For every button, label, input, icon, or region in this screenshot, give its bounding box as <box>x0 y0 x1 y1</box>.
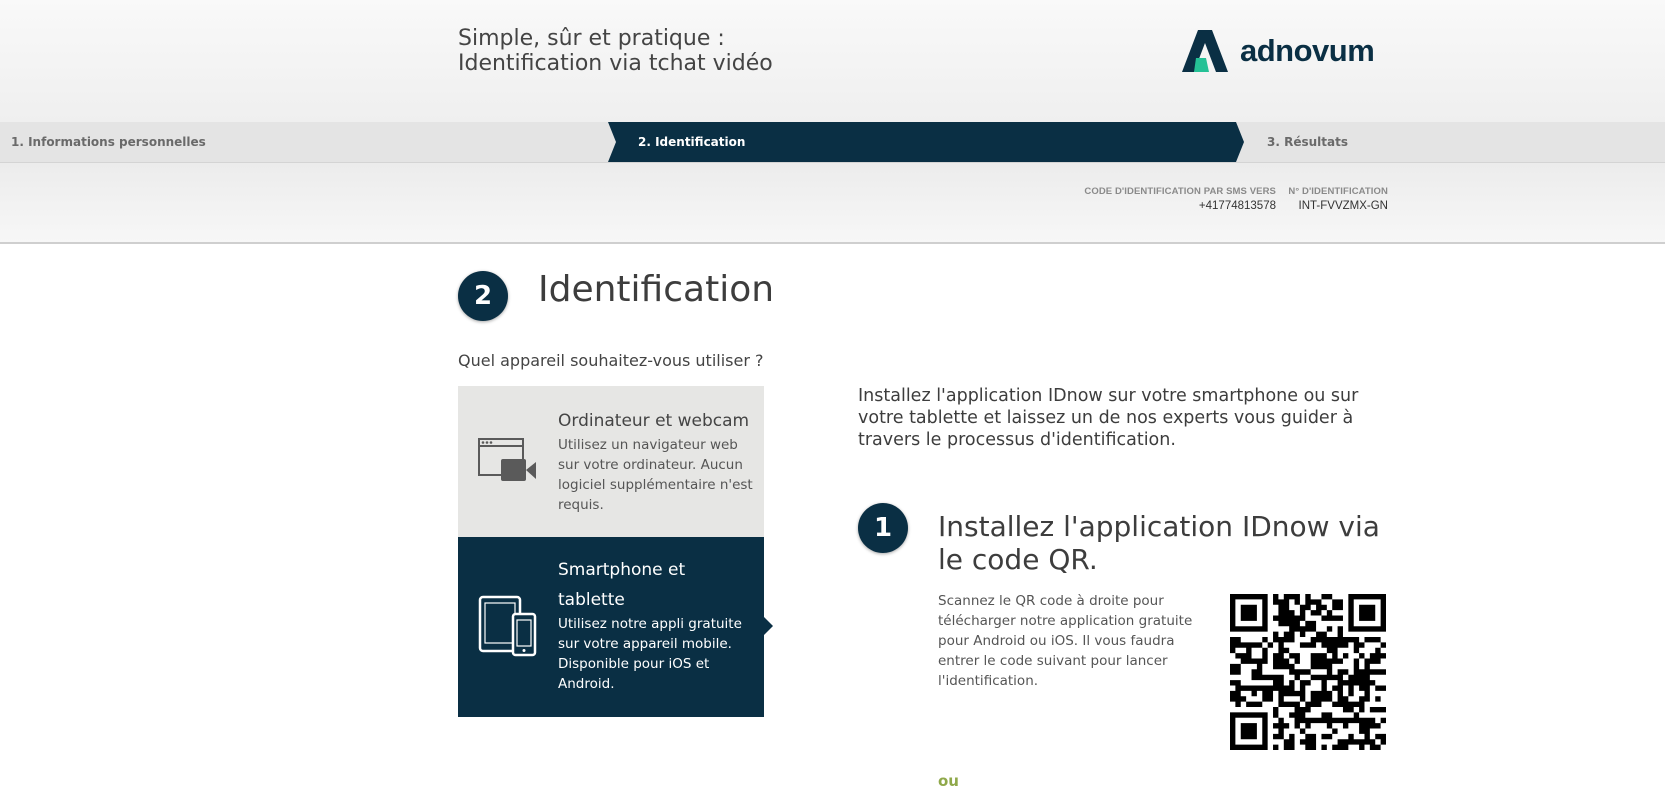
sms-code-info: Code d'identification par SMS vers +4177… <box>1084 186 1276 212</box>
brand-logo: adnovum <box>1182 30 1375 72</box>
header-title-line1: Simple, sûr et pratique : <box>458 26 725 51</box>
identification-number-value: INT-FVVZMX-GN <box>1298 200 1388 212</box>
device-mobile-description: Utilisez notre appli gratuite sur votre … <box>558 616 742 692</box>
step-identification-label: 2. Identification <box>638 135 746 149</box>
device-question: Quel appareil souhaitez-vous utiliser ? <box>458 351 764 370</box>
install-step-description: Scannez le QR code à droite pour télécha… <box>938 593 1193 689</box>
qr-code-icon <box>1230 594 1386 750</box>
sms-code-label: Code d'identification par SMS vers <box>1084 186 1276 197</box>
computer-webcam-icon <box>478 438 536 481</box>
identification-info-band: Code d'identification par SMS vers +4177… <box>0 163 1665 244</box>
header-title-line2: Identification via tchat vidéo <box>458 51 773 76</box>
adnovum-logo-icon <box>1182 30 1228 72</box>
or-separator: ou <box>938 772 959 790</box>
device-option-webcam[interactable]: Ordinateur et webcam Utilisez un navigat… <box>458 386 764 537</box>
page-header: Simple, sûr et pratique : Identification… <box>0 0 1665 122</box>
step-personal-info: 1. Informations personnelles <box>11 135 206 149</box>
device-webcam-description: Utilisez un navigateur web sur votre ord… <box>558 437 753 513</box>
sms-code-phone: +41774813578 <box>1198 200 1276 212</box>
identification-number-label: N° d'identification <box>1288 186 1388 197</box>
install-step-title: Installez l'application IDnow via le cod… <box>938 510 1380 576</box>
header-title: Simple, sûr et pratique : Identification… <box>458 26 773 76</box>
app-install-intro: Installez l'application IDnow sur votre … <box>858 386 1359 450</box>
brand-name: adnovum <box>1240 33 1375 68</box>
identification-number-info: N° d'identification INT-FVVZMX-GN <box>1288 186 1388 212</box>
step-number-badge: 1 <box>858 503 908 553</box>
progress-steps: 1. Informations personnelles 2. Identifi… <box>0 122 1665 163</box>
step-results: 3. Résultats <box>1267 135 1348 149</box>
device-mobile-title: Smartphone et tablette <box>558 560 686 610</box>
selected-pointer <box>764 617 773 635</box>
tablet-smartphone-icon <box>478 595 537 657</box>
device-webcam-title: Ordinateur et webcam <box>558 411 750 431</box>
page-title: Identification <box>538 269 775 310</box>
section-number-badge: 2 <box>458 271 508 321</box>
device-option-mobile[interactable]: Smartphone et tablette Utilisez notre ap… <box>458 537 764 717</box>
